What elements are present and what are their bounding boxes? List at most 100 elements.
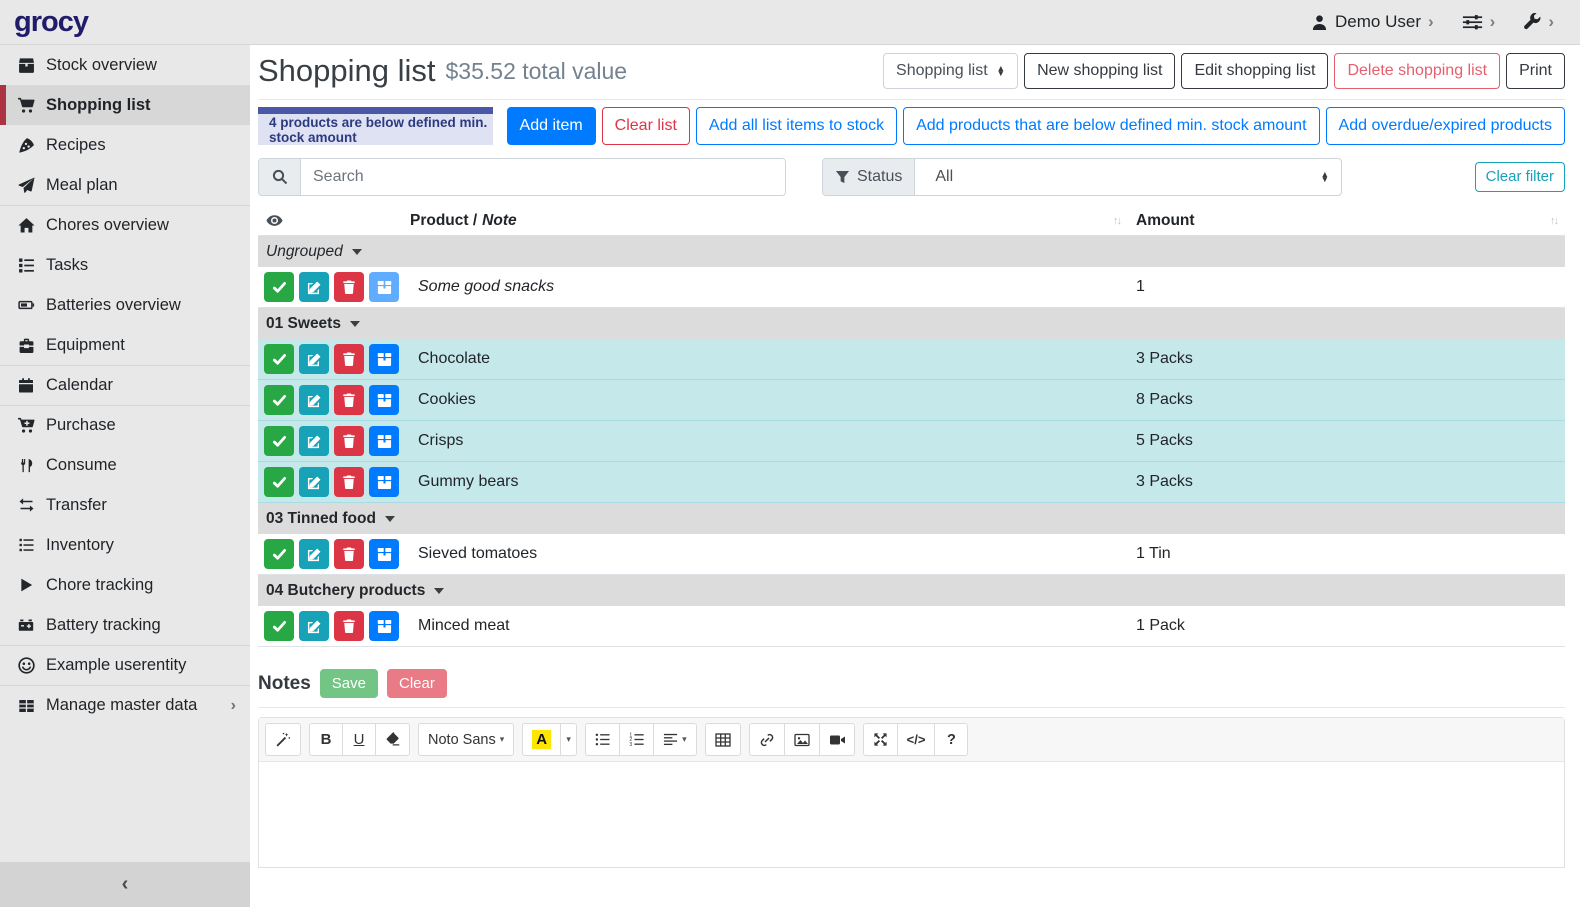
edit-item-button[interactable]: [299, 272, 329, 302]
done-item-button[interactable]: [264, 611, 294, 641]
delete-item-button[interactable]: [334, 344, 364, 374]
insert-link-button[interactable]: [749, 723, 785, 756]
edit-shopping-list-button[interactable]: Edit shopping list: [1181, 53, 1328, 88]
paragraph-align-button[interactable]: ▾: [653, 723, 697, 756]
edit-item-button[interactable]: [299, 426, 329, 456]
sidebar-item-manage-master-data[interactable]: Manage master data ›: [0, 685, 250, 725]
edit-item-button[interactable]: [299, 611, 329, 641]
done-item-button[interactable]: [264, 344, 294, 374]
notes-clear-button[interactable]: Clear: [387, 669, 447, 698]
table-row: Cookies 8 Packs: [258, 380, 1565, 421]
add-to-stock-button[interactable]: [369, 272, 399, 302]
done-item-button[interactable]: [264, 426, 294, 456]
delete-item-button[interactable]: [334, 272, 364, 302]
edit-item-button[interactable]: [299, 344, 329, 374]
edit-item-button[interactable]: [299, 385, 329, 415]
sidebar-item-shopping-list[interactable]: Shopping list: [0, 85, 250, 125]
add-to-stock-button[interactable]: [369, 344, 399, 374]
sidebar-item-purchase[interactable]: Purchase: [0, 405, 250, 445]
edit-item-button[interactable]: [299, 539, 329, 569]
code-view-button[interactable]: </>: [897, 723, 936, 756]
status-select[interactable]: All ▲▼: [915, 159, 1341, 195]
magic-style-button[interactable]: [265, 723, 301, 756]
done-item-button[interactable]: [264, 385, 294, 415]
group-header-sweets[interactable]: 01 Sweets: [258, 308, 1565, 339]
insert-table-button[interactable]: [705, 723, 741, 756]
eye-icon[interactable]: [258, 212, 410, 229]
app-logo[interactable]: grocy: [0, 6, 250, 39]
insert-video-button[interactable]: [819, 723, 855, 756]
help-button[interactable]: ?: [934, 723, 968, 756]
sidebar-item-meal-plan[interactable]: Meal plan: [0, 165, 250, 205]
delete-item-button[interactable]: [334, 539, 364, 569]
add-item-button[interactable]: Add item: [507, 107, 596, 145]
unordered-list-button[interactable]: [585, 723, 620, 756]
delete-item-button[interactable]: [334, 426, 364, 456]
sidebar-collapse-button[interactable]: ‹: [0, 862, 250, 907]
add-to-stock-button[interactable]: [369, 385, 399, 415]
sidebar-item-recipes[interactable]: Recipes: [0, 125, 250, 165]
add-to-stock-button[interactable]: [369, 426, 399, 456]
group-header-tinned-food[interactable]: 03 Tinned food: [258, 503, 1565, 534]
sidebar-item-chore-tracking[interactable]: Chore tracking: [0, 565, 250, 605]
sidebar-item-battery-tracking[interactable]: Battery tracking: [0, 605, 250, 645]
sort-icon[interactable]: ↑↓: [1113, 215, 1120, 227]
sidebar-item-stock-overview[interactable]: Stock overview: [0, 45, 250, 85]
amount-column-header[interactable]: Amount ↑↓: [1128, 212, 1565, 230]
bold-button[interactable]: B: [309, 723, 343, 756]
print-button[interactable]: Print: [1506, 53, 1565, 88]
font-family-select[interactable]: Noto Sans ▾: [418, 723, 514, 756]
add-to-stock-button[interactable]: [369, 611, 399, 641]
group-header-ungrouped[interactable]: Ungrouped: [258, 236, 1565, 267]
admin-menu[interactable]: ›: [1523, 12, 1554, 32]
select-arrows-icon: ▲▼: [1321, 172, 1329, 183]
edit-item-button[interactable]: [299, 467, 329, 497]
sidebar-item-batteries-overview[interactable]: Batteries overview: [0, 285, 250, 325]
done-item-button[interactable]: [264, 272, 294, 302]
add-overdue-button[interactable]: Add overdue/expired products: [1326, 107, 1565, 145]
table-header: Product /Note ↑↓ Amount ↑↓: [258, 206, 1565, 236]
sidebar-item-chores-overview[interactable]: Chores overview: [0, 205, 250, 245]
sidebar-item-tasks[interactable]: Tasks: [0, 245, 250, 285]
add-all-to-stock-button[interactable]: Add all list items to stock: [696, 107, 897, 145]
sidebar-item-inventory[interactable]: Inventory: [0, 525, 250, 565]
group-header-butchery-products[interactable]: 04 Butchery products: [258, 575, 1565, 606]
sidebar-item-calendar[interactable]: Calendar: [0, 365, 250, 405]
sidebar-item-consume[interactable]: Consume: [0, 445, 250, 485]
done-item-button[interactable]: [264, 539, 294, 569]
insert-image-button[interactable]: [784, 723, 820, 756]
user-menu[interactable]: Demo User ›: [1311, 12, 1434, 32]
min-stock-notice[interactable]: 4 products are below defined min. stock …: [258, 107, 493, 145]
delete-item-button[interactable]: [334, 611, 364, 641]
delete-item-button[interactable]: [334, 467, 364, 497]
settings-menu[interactable]: ›: [1462, 12, 1496, 32]
ordered-list-button[interactable]: 123: [619, 723, 654, 756]
editor-content-area[interactable]: [259, 762, 1564, 867]
delete-item-button[interactable]: [334, 385, 364, 415]
clear-list-button[interactable]: Clear list: [602, 107, 690, 145]
sidebar-item-label: Tasks: [46, 256, 88, 275]
sidebar-item-equipment[interactable]: Equipment: [0, 325, 250, 365]
delete-shopping-list-button[interactable]: Delete shopping list: [1334, 53, 1500, 88]
underline-button[interactable]: U: [342, 723, 376, 756]
cart-plus-icon: [15, 417, 37, 434]
clear-formatting-button[interactable]: [375, 723, 410, 756]
new-shopping-list-button[interactable]: New shopping list: [1024, 53, 1175, 88]
product-column-header[interactable]: Product /Note ↑↓: [410, 212, 1128, 230]
add-to-stock-button[interactable]: [369, 539, 399, 569]
notes-save-button[interactable]: Save: [320, 669, 378, 698]
search-input[interactable]: [301, 159, 785, 195]
clear-filter-button[interactable]: Clear filter: [1475, 162, 1565, 192]
add-to-stock-button[interactable]: [369, 467, 399, 497]
done-item-button[interactable]: [264, 467, 294, 497]
font-color-dropdown[interactable]: ▾: [560, 723, 577, 756]
font-color-button[interactable]: A: [522, 723, 561, 756]
amount: 1 Tin: [1128, 545, 1565, 563]
product-name: Chocolate: [410, 350, 1128, 368]
sort-icon[interactable]: ↑↓: [1550, 215, 1557, 227]
fullscreen-button[interactable]: [863, 723, 898, 756]
sidebar-item-transfer[interactable]: Transfer: [0, 485, 250, 525]
sidebar-item-example-userentity[interactable]: Example userentity: [0, 645, 250, 685]
add-below-min-stock-button[interactable]: Add products that are below defined min.…: [903, 107, 1319, 145]
shopping-list-select[interactable]: Shopping list ▲▼: [883, 53, 1018, 88]
